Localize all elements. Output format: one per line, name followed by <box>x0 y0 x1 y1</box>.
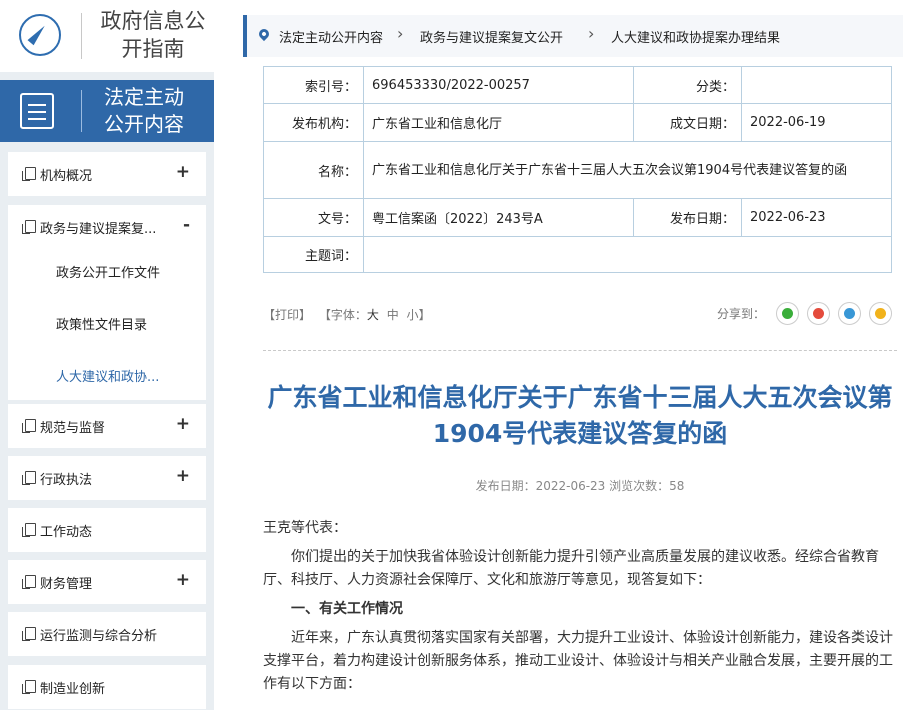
meta-value-name: 广东省工业和信息化厅关于广东省十三届人大五次会议第1904号代表建议答复的函 <box>363 141 892 199</box>
collapse-icon[interactable]: - <box>183 215 190 235</box>
font-size-suffix: 】 <box>418 308 431 322</box>
expand-icon[interactable]: + <box>176 466 190 486</box>
breadcrumb-item[interactable]: 人大建议和政协提案办理结果 <box>611 27 780 46</box>
sidebar-item-label: 规范与监督 <box>40 421 106 436</box>
sidebar-item-news[interactable]: 工作动态 <box>8 508 206 552</box>
article-salutation: 王克等代表： <box>263 520 347 536</box>
sidebar-item-label: 工作动态 <box>40 525 93 540</box>
sidebar-item-label: 政务与建议提案复... <box>40 222 157 237</box>
sidebar-subpanel: 政务公开工作文件 政策性文件目录 人大建议和政协... <box>8 246 206 400</box>
meta-label: 发布日期： <box>633 198 742 237</box>
divider <box>81 90 82 132</box>
meta-label: 文号： <box>263 198 364 237</box>
meta-label: 分类： <box>633 66 742 104</box>
print-button[interactable]: 【打印】 <box>263 308 311 322</box>
sidebar-item-finance[interactable]: 财务管理 + <box>8 560 206 604</box>
sidebar-item-label: 机构概况 <box>40 169 93 184</box>
copy-icon <box>22 575 36 589</box>
article-meta: 发布日期：2022-06-23 浏览次数：58 <box>475 479 685 493</box>
sidebar-item-label: 制造业创新 <box>40 682 106 697</box>
sidebar-item-proposals[interactable]: 政务与建议提案复... - <box>8 205 206 249</box>
article-title: 广东省工业和信息化厅关于广东省十三届人大五次会议第1904号代表建议答复的函 <box>267 383 893 448</box>
copy-icon <box>22 471 36 485</box>
expand-icon[interactable]: + <box>176 414 190 434</box>
meta-label: 成文日期： <box>633 103 742 142</box>
sidebar: 政府信息公开指南 法定主动公开内容 机构概况 + 政务与建议提案复... - 政… <box>0 0 214 710</box>
compass-icon <box>19 14 61 56</box>
chevron-right-icon: › <box>397 24 404 43</box>
sidebar-subitem-policy-catalog[interactable]: 政策性文件目录 <box>56 314 147 333</box>
copy-icon <box>22 220 36 234</box>
breadcrumb-item[interactable]: 政务与建议提案复文公开 <box>420 27 563 46</box>
expand-icon[interactable]: + <box>176 570 190 590</box>
document-meta-table: 索引号： 696453330/2022-00257 分类： 发布机构： 广东省工… <box>263 66 892 273</box>
sidebar-subitem-work-docs[interactable]: 政务公开工作文件 <box>56 262 160 281</box>
meta-value-keywords <box>363 236 892 273</box>
meta-label: 索引号： <box>263 66 364 104</box>
breadcrumb: 法定主动公开内容 › 政务与建议提案复文公开 › 人大建议和政协提案办理结果 <box>243 15 903 57</box>
share-label: 分享到： <box>717 307 766 321</box>
font-small-button[interactable]: 小 <box>407 308 419 322</box>
meta-value-index: 696453330/2022-00257 <box>363 66 634 104</box>
weibo-share-icon[interactable] <box>807 302 830 325</box>
divider <box>81 13 82 59</box>
qq-share-icon[interactable] <box>838 302 861 325</box>
font-large-button[interactable]: 大 <box>367 308 379 322</box>
copy-icon <box>22 167 36 181</box>
article-body: 王克等代表： 你们提出的关于加快我省体验设计创新能力提升引领产业高质量发展的建议… <box>263 517 893 702</box>
copy-icon <box>22 680 36 694</box>
statutory-content-header[interactable]: 法定主动公开内容 <box>0 80 214 142</box>
sidebar-item-label: 运行监测与综合分析 <box>40 629 158 644</box>
qzone-share-icon[interactable] <box>869 302 892 325</box>
document-icon <box>20 93 54 129</box>
share-bar: 分享到： <box>717 302 897 326</box>
meta-value-issuer: 广东省工业和信息化厅 <box>363 103 634 142</box>
sidebar-item-innovation[interactable]: 制造业创新 <box>8 665 206 709</box>
font-size-prefix: 【字体： <box>318 308 367 322</box>
article-paragraph: 你们提出的关于加快我省体验设计创新能力提升引领产业高质量发展的建议收悉。经综合省… <box>263 549 879 588</box>
meta-value-category <box>741 66 892 104</box>
meta-value-published: 2022-06-23 <box>741 198 892 237</box>
meta-label: 发布机构： <box>263 103 364 142</box>
meta-label: 主题词： <box>263 236 364 273</box>
location-pin-icon <box>256 26 272 42</box>
meta-value-docno: 粤工信案函〔2022〕243号A <box>363 198 634 237</box>
sidebar-item-label: 财务管理 <box>40 577 93 592</box>
divider <box>263 350 897 351</box>
sidebar-item-enforcement[interactable]: 行政执法 + <box>8 456 206 500</box>
copy-icon <box>22 523 36 537</box>
article-tools: 【打印】 【字体：大 中 小】 <box>263 306 435 323</box>
main-content: 法定主动公开内容 › 政务与建议提案复文公开 › 人大建议和政协提案办理结果 索… <box>233 0 914 710</box>
meta-label: 名称： <box>263 141 364 199</box>
sidebar-item-regulation[interactable]: 规范与监督 + <box>8 404 206 448</box>
gov-info-guide-title: 政府信息公开指南 <box>100 9 206 61</box>
expand-icon[interactable]: + <box>176 162 190 182</box>
gov-info-guide-header[interactable]: 政府信息公开指南 <box>0 0 214 72</box>
copy-icon <box>22 627 36 641</box>
statutory-content-title: 法定主动公开内容 <box>104 85 184 136</box>
sidebar-item-label: 行政执法 <box>40 473 93 488</box>
sidebar-item-org-overview[interactable]: 机构概况 + <box>8 152 206 196</box>
meta-value-created: 2022-06-19 <box>741 103 892 142</box>
sidebar-subitem-npc-proposals[interactable]: 人大建议和政协... <box>56 366 159 385</box>
copy-icon <box>22 419 36 433</box>
breadcrumb-item[interactable]: 法定主动公开内容 <box>279 27 383 46</box>
article-paragraph: 近年来，广东认真贯彻落实国家有关部署，大力提升工业设计、体验设计创新能力，建设各… <box>263 630 893 692</box>
sidebar-item-monitoring[interactable]: 运行监测与综合分析 <box>8 612 206 656</box>
font-medium-button[interactable]: 中 <box>387 308 399 322</box>
article-heading: 一、有关工作情况 <box>291 601 403 617</box>
chevron-right-icon: › <box>588 24 595 43</box>
wechat-share-icon[interactable] <box>776 302 799 325</box>
